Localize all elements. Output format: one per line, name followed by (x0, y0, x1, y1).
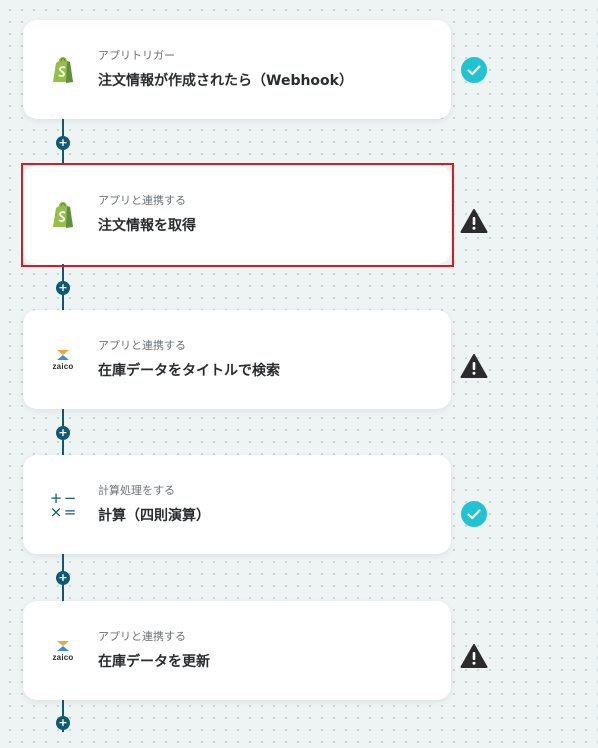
add-step-button[interactable]: + (56, 426, 70, 440)
step-subtitle: アプリと連携する (98, 194, 186, 207)
warning-icon (460, 352, 488, 380)
complete-check-icon (460, 56, 488, 84)
shopify-icon (49, 56, 77, 84)
step-title: 注文情報が作成されたら（Webhook） (98, 73, 353, 89)
step-title: 在庫データをタイトルで検索 (98, 363, 280, 379)
step-title: 計算（四則演算） (98, 508, 210, 524)
step-card-1[interactable]: アプリトリガー 注文情報が作成されたら（Webhook） (23, 20, 451, 119)
step-card-4[interactable]: + − × = 計算処理をする 計算（四則演算） (23, 455, 451, 554)
step-title: 注文情報を取得 (98, 218, 196, 234)
step-subtitle: アプリトリガー (98, 49, 175, 62)
shopify-icon (49, 201, 77, 229)
warning-icon (460, 642, 488, 670)
warning-icon (460, 207, 488, 235)
calculator-operators-icon: + − × = (49, 489, 77, 521)
add-step-button[interactable]: + (56, 136, 70, 150)
step-subtitle: アプリと連携する (98, 630, 186, 643)
zaico-icon: zaico (49, 346, 77, 374)
step-subtitle: 計算処理をする (98, 484, 175, 497)
zaico-icon: zaico (49, 637, 77, 665)
step-card-5[interactable]: zaico アプリと連携する 在庫データを更新 (23, 601, 451, 700)
step-title: 在庫データを更新 (98, 654, 210, 670)
step-card-3[interactable]: zaico アプリと連携する 在庫データをタイトルで検索 (23, 310, 451, 409)
add-step-button[interactable]: + (56, 281, 70, 295)
zaico-logo-text: zaico (52, 362, 74, 371)
add-step-button[interactable]: + (56, 571, 70, 585)
step-subtitle: アプリと連携する (98, 339, 186, 352)
zaico-logo-text: zaico (52, 653, 74, 662)
complete-check-icon (460, 500, 488, 528)
add-step-button[interactable]: + (56, 716, 70, 730)
step-card-2[interactable]: アプリと連携する 注文情報を取得 (23, 165, 451, 264)
